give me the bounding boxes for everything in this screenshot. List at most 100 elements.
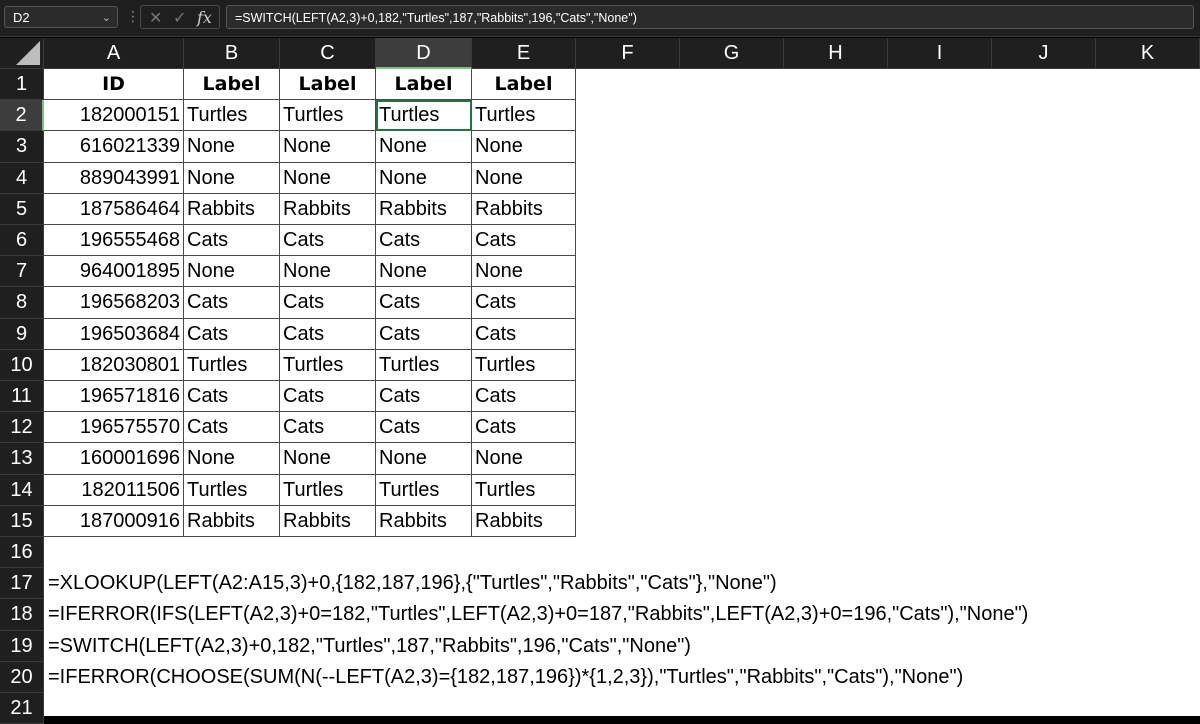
label-cell[interactable]: Turtles [280, 474, 376, 506]
row-header-5[interactable]: 5 [0, 193, 44, 225]
label-cell[interactable]: Turtles [472, 474, 576, 506]
column-header-h[interactable]: H [784, 38, 888, 69]
label-cell[interactable]: Rabbits [184, 505, 280, 537]
row-header-9[interactable]: 9 [0, 318, 44, 350]
label-cell[interactable]: Cats [376, 318, 472, 350]
enter-icon[interactable]: ✓ [173, 8, 186, 28]
label-cell[interactable]: Rabbits [472, 193, 576, 225]
label-cell[interactable]: Rabbits [184, 193, 280, 225]
table-header-cell[interactable]: Label [376, 69, 472, 101]
insert-function-icon[interactable]: fx [197, 8, 212, 27]
label-cell[interactable]: Cats [184, 287, 280, 319]
label-cell[interactable]: Turtles [184, 349, 280, 381]
id-cell[interactable]: 187586464 [44, 193, 184, 225]
label-cell[interactable]: Cats [184, 412, 280, 444]
column-header-k[interactable]: K [1096, 38, 1200, 69]
row-header-11[interactable]: 11 [0, 381, 44, 413]
label-cell[interactable]: Turtles [280, 100, 376, 132]
row-header-13[interactable]: 13 [0, 443, 44, 475]
label-cell[interactable]: Cats [184, 381, 280, 413]
label-cell[interactable]: Cats [280, 381, 376, 413]
select-all-corner[interactable] [0, 38, 44, 69]
label-cell[interactable]: None [472, 443, 576, 475]
table-header-cell[interactable]: Label [472, 69, 576, 101]
row-header-18[interactable]: 18 [0, 599, 44, 631]
label-cell[interactable]: Cats [376, 287, 472, 319]
column-header-g[interactable]: G [680, 38, 784, 69]
label-cell[interactable]: Cats [472, 287, 576, 319]
label-cell[interactable]: None [280, 162, 376, 194]
column-header-c[interactable]: C [280, 38, 376, 69]
cancel-icon[interactable]: ✕ [149, 8, 162, 28]
label-cell[interactable]: Cats [472, 381, 576, 413]
label-cell[interactable]: Cats [472, 318, 576, 350]
label-cell[interactable]: Rabbits [376, 193, 472, 225]
label-cell[interactable]: None [472, 256, 576, 288]
label-cell[interactable]: None [184, 162, 280, 194]
table-header-cell[interactable]: ID [44, 69, 184, 101]
id-cell[interactable]: 196555468 [44, 225, 184, 257]
label-cell[interactable]: None [184, 443, 280, 475]
row-header-1[interactable]: 1 [0, 69, 44, 101]
label-cell[interactable]: Turtles [184, 100, 280, 132]
chevron-down-icon[interactable]: ⌄ [102, 7, 111, 29]
label-cell[interactable]: Turtles [376, 349, 472, 381]
id-cell[interactable]: 889043991 [44, 162, 184, 194]
row-header-17[interactable]: 17 [0, 568, 44, 600]
row-header-20[interactable]: 20 [0, 661, 44, 693]
row-header-4[interactable]: 4 [0, 162, 44, 194]
row-header-14[interactable]: 14 [0, 474, 44, 506]
label-cell[interactable]: None [376, 131, 472, 163]
id-cell[interactable]: 196571816 [44, 381, 184, 413]
label-cell[interactable]: None [280, 443, 376, 475]
row-header-21[interactable]: 21 [0, 693, 44, 724]
id-cell[interactable]: 196503684 [44, 318, 184, 350]
label-cell[interactable]: None [280, 256, 376, 288]
row-header-19[interactable]: 19 [0, 630, 44, 662]
formula-text-cell[interactable]: =SWITCH(LEFT(A2,3)+0,182,"Turtles",187,"… [44, 631, 691, 662]
label-cell[interactable]: Cats [280, 287, 376, 319]
id-cell[interactable]: 182030801 [44, 349, 184, 381]
column-header-f[interactable]: F [576, 38, 680, 69]
label-cell[interactable]: Turtles [376, 474, 472, 506]
label-cell[interactable]: None [472, 131, 576, 163]
id-cell[interactable]: 160001696 [44, 443, 184, 475]
label-cell[interactable]: Turtles [376, 100, 472, 132]
label-cell[interactable]: Cats [472, 225, 576, 257]
label-cell[interactable]: None [184, 131, 280, 163]
label-cell[interactable]: Cats [280, 412, 376, 444]
label-cell[interactable]: Turtles [472, 100, 576, 132]
id-cell[interactable]: 616021339 [44, 131, 184, 163]
label-cell[interactable]: Cats [472, 412, 576, 444]
formula-text-cell[interactable]: =IFERROR(CHOOSE(SUM(N(--LEFT(A2,3)={182,… [44, 662, 963, 693]
row-header-15[interactable]: 15 [0, 505, 44, 537]
id-cell[interactable]: 182000151 [44, 100, 184, 132]
more-options-icon[interactable]: ⋮ [126, 8, 140, 25]
formula-text-cell[interactable]: =IFERROR(IFS(LEFT(A2,3)+0=182,"Turtles",… [44, 599, 1028, 630]
id-cell[interactable]: 196568203 [44, 287, 184, 319]
label-cell[interactable]: Cats [184, 318, 280, 350]
label-cell[interactable]: Cats [280, 225, 376, 257]
id-cell[interactable]: 187000916 [44, 505, 184, 537]
formula-input[interactable]: =SWITCH(LEFT(A2,3)+0,182,"Turtles",187,"… [226, 5, 1194, 29]
label-cell[interactable]: Turtles [184, 474, 280, 506]
label-cell[interactable]: Rabbits [280, 193, 376, 225]
column-header-i[interactable]: I [888, 38, 992, 69]
id-cell[interactable]: 964001895 [44, 256, 184, 288]
label-cell[interactable]: None [472, 162, 576, 194]
formula-text-cell[interactable]: =XLOOKUP(LEFT(A2:A15,3)+0,{182,187,196},… [44, 568, 777, 599]
row-header-6[interactable]: 6 [0, 225, 44, 257]
label-cell[interactable]: None [376, 443, 472, 475]
row-header-12[interactable]: 12 [0, 412, 44, 444]
column-header-a[interactable]: A [44, 38, 184, 69]
table-header-cell[interactable]: Label [184, 69, 280, 101]
row-header-16[interactable]: 16 [0, 537, 44, 569]
label-cell[interactable]: None [376, 162, 472, 194]
id-cell[interactable]: 182011506 [44, 474, 184, 506]
row-header-3[interactable]: 3 [0, 131, 44, 163]
row-header-7[interactable]: 7 [0, 256, 44, 288]
column-header-e[interactable]: E [472, 38, 576, 69]
table-header-cell[interactable]: Label [280, 69, 376, 101]
label-cell[interactable]: None [184, 256, 280, 288]
label-cell[interactable]: None [280, 131, 376, 163]
